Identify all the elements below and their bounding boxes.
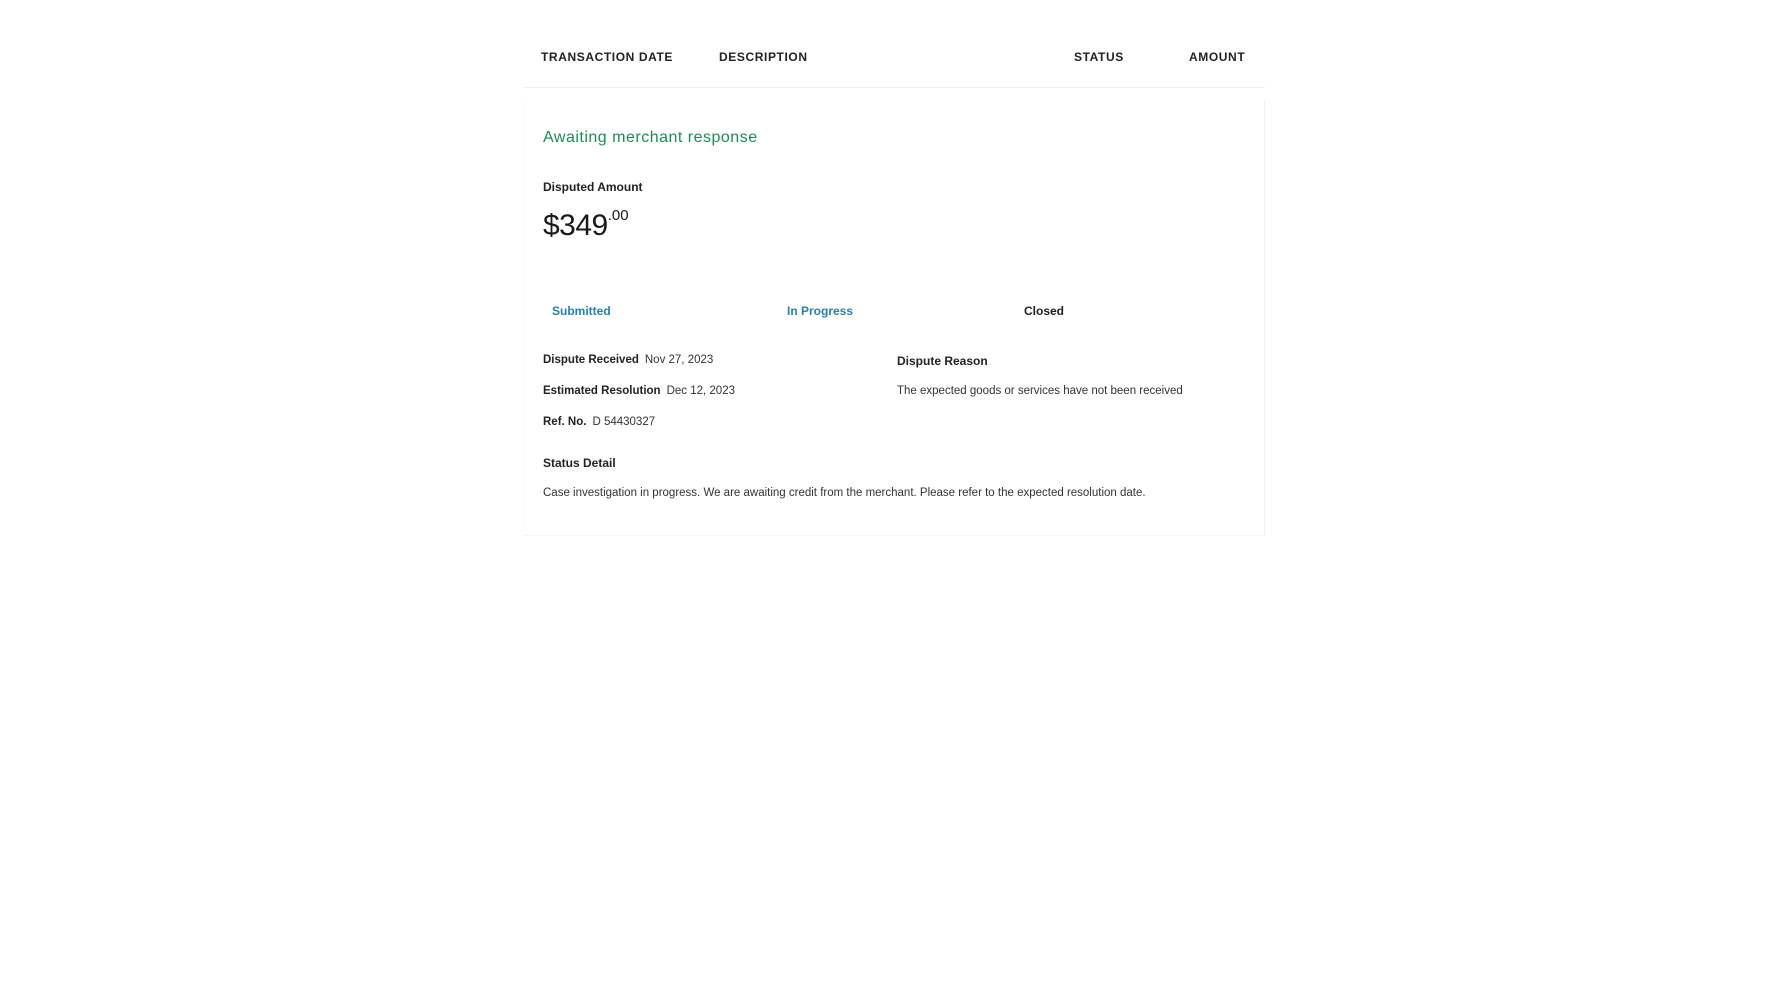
- transactions-table-header: TRANSACTION DATE DESCRIPTION STATUS AMOU…: [523, 0, 1265, 88]
- estimated-resolution-value: Dec 12, 2023: [666, 385, 735, 397]
- disputed-amount-label: Disputed Amount: [543, 180, 643, 194]
- column-header-status[interactable]: STATUS: [1074, 50, 1124, 64]
- dispute-received-label: Dispute Received: [543, 354, 639, 366]
- disputed-amount-cents: .00: [607, 207, 629, 224]
- dispute-status-headline: Awaiting merchant response: [543, 129, 758, 146]
- estimated-resolution-row: Estimated Resolution Dec 12, 2023: [543, 385, 735, 397]
- dispute-reason-label: Dispute Reason: [897, 354, 988, 368]
- reference-number-row: Ref. No. D 54430327: [543, 416, 655, 428]
- dispute-detail-panel: Awaiting merchant response Disputed Amou…: [523, 100, 1265, 536]
- dispute-reason-value: The expected goods or services have not …: [897, 385, 1183, 397]
- dispute-received-value: Nov 27, 2023: [644, 354, 714, 366]
- progress-step-submitted: Submitted: [552, 304, 611, 318]
- column-header-amount[interactable]: AMOUNT: [1189, 50, 1245, 64]
- reference-number-value: D 54430327: [592, 416, 656, 428]
- status-detail-value: Case investigation in progress. We are a…: [543, 487, 1146, 499]
- dispute-view: TRANSACTION DATE DESCRIPTION STATUS AMOU…: [523, 0, 1265, 536]
- progress-step-in-progress: In Progress: [787, 304, 854, 318]
- disputed-amount: $349.00: [543, 207, 629, 243]
- disputed-amount-dollars: $349: [543, 209, 608, 242]
- status-detail-label: Status Detail: [543, 456, 616, 470]
- progress-step-closed: Closed: [1024, 304, 1065, 318]
- reference-number-label: Ref. No.: [543, 416, 587, 428]
- column-header-description[interactable]: DESCRIPTION: [719, 50, 808, 64]
- column-header-transaction-date[interactable]: TRANSACTION DATE: [541, 50, 673, 64]
- estimated-resolution-label: Estimated Resolution: [543, 385, 661, 397]
- dispute-received-row: Dispute Received Nov 27, 2023: [543, 354, 713, 366]
